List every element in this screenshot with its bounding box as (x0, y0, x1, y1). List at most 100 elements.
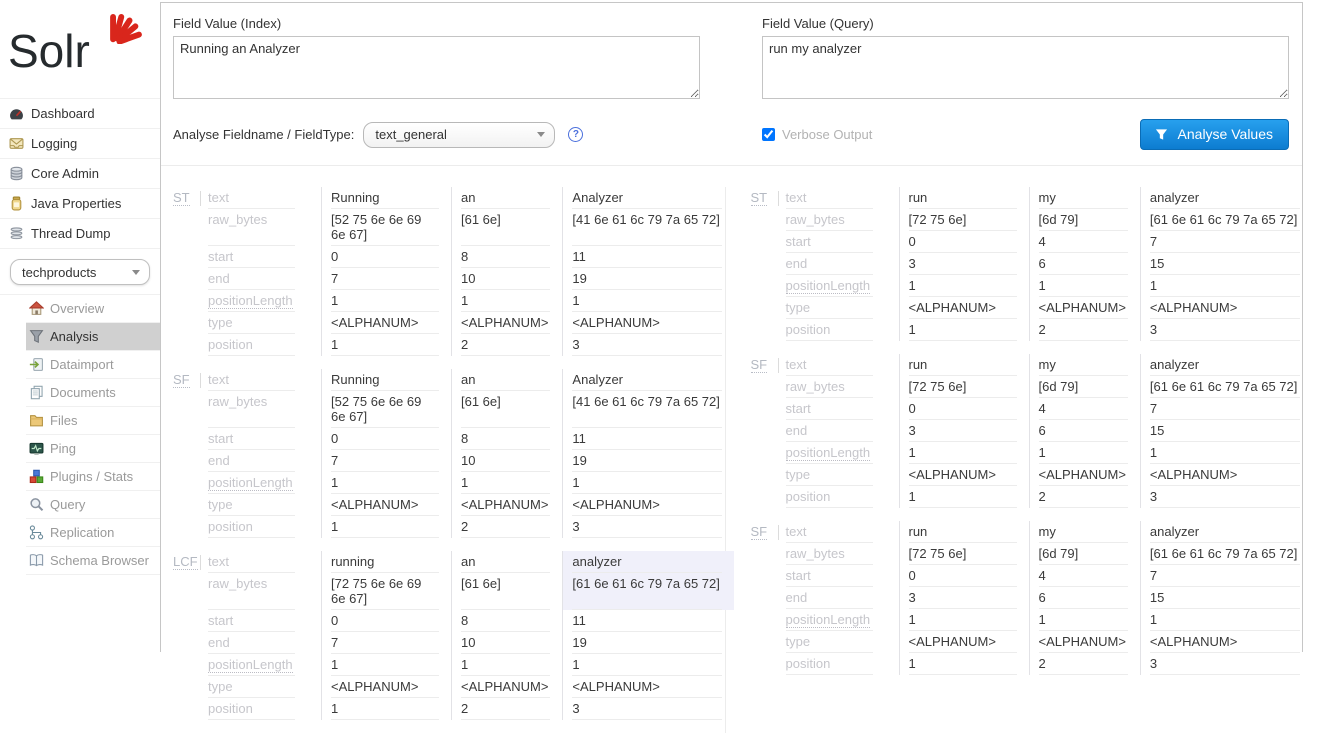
core-menu: Overview Analysis Dataimport Documents (0, 294, 160, 575)
core-menu-item-query[interactable]: Query (26, 491, 160, 519)
token-positionLength-value: 1 (451, 472, 562, 494)
analysis-row-position: position123 (786, 319, 1312, 341)
core-selector-value: techproducts (22, 265, 96, 280)
analysis-row-positionLength: positionLength111 (208, 290, 734, 312)
analysis-row-position: position123 (208, 334, 734, 356)
analysis-results: STtextRunninganAnalyzerraw_bytes[52 75 6… (161, 166, 1302, 733)
core-selector-dropdown[interactable]: techproducts (10, 259, 150, 285)
fieldtype-select[interactable]: text_general (363, 122, 555, 148)
core-menu-label: Dataimport (50, 357, 114, 372)
verbose-output-checkbox[interactable] (762, 128, 775, 141)
core-menu-item-analysis[interactable]: Analysis (26, 323, 160, 351)
nav-item-thread-dump[interactable]: Thread Dump (0, 219, 160, 249)
token-position-value: 1 (899, 486, 1029, 508)
token-text-value: an (451, 369, 562, 391)
analysis-block-st: STtextRunninganAnalyzerraw_bytes[52 75 6… (173, 187, 725, 356)
analysis-row-type: type<ALPHANUM><ALPHANUM><ALPHANUM> (208, 494, 734, 516)
token-position-value: 3 (562, 698, 734, 720)
token-raw_bytes-value: [61 6e 61 6c 79 7a 65 72] (562, 573, 734, 610)
field-value-index-input[interactable]: Running an Analyzer (173, 36, 700, 99)
analysis-row-end: end71019 (208, 450, 734, 472)
token-end-value: 15 (1140, 253, 1312, 275)
analysis-row-text: textrunmyanalyzer (786, 354, 1312, 376)
token-type-value: <ALPHANUM> (1140, 297, 1312, 319)
nav-item-core-admin[interactable]: Core Admin (0, 159, 160, 189)
core-menu-item-plugins-stats[interactable]: Plugins / Stats (26, 463, 160, 491)
caret-down-icon (132, 270, 140, 275)
analysis-row-end: end3615 (786, 587, 1312, 609)
help-icon[interactable]: ? (568, 127, 583, 142)
attribute-key-label: start (786, 565, 899, 587)
attribute-key-label: raw_bytes (208, 391, 321, 428)
token-position-value: 2 (451, 698, 562, 720)
attribute-key-label: type (208, 312, 321, 334)
stack-icon (9, 226, 24, 241)
core-menu-item-overview[interactable]: Overview (26, 295, 160, 323)
analysis-row-position: position123 (786, 486, 1312, 508)
analysis-row-positionLength: positionLength111 (786, 609, 1312, 631)
core-menu-item-ping[interactable]: Ping (26, 435, 160, 463)
token-start-value: 0 (899, 398, 1029, 420)
token-raw_bytes-value: [52 75 6e 6e 69 6e 67] (321, 209, 451, 246)
token-text-value: run (899, 521, 1029, 543)
analyzer-stage-abbr: SF (751, 354, 786, 508)
attribute-key-label: type (786, 631, 899, 653)
token-text-value: analyzer (1140, 354, 1312, 376)
token-text-value: an (451, 551, 562, 573)
attribute-key-label: positionLength (208, 472, 321, 494)
core-menu-item-dataimport[interactable]: Dataimport (26, 351, 160, 379)
nav-item-dashboard[interactable]: Dashboard (0, 99, 160, 129)
core-menu-item-replication[interactable]: Replication (26, 519, 160, 547)
analyse-values-button[interactable]: Analyse Values (1140, 119, 1289, 150)
token-start-value: 7 (1140, 565, 1312, 587)
core-menu-label: Ping (50, 441, 76, 456)
analyzer-stage-abbr: ST (173, 187, 208, 356)
token-position-value: 1 (321, 698, 451, 720)
book-icon (29, 553, 44, 568)
token-type-value: <ALPHANUM> (451, 494, 562, 516)
attribute-key-label: raw_bytes (786, 376, 899, 398)
attribute-key-label: positionLength (208, 290, 321, 312)
token-text-value: analyzer (1140, 187, 1312, 209)
analysis-row-type: type<ALPHANUM><ALPHANUM><ALPHANUM> (786, 631, 1312, 653)
token-positionLength-value: 1 (1140, 275, 1312, 297)
core-menu-label: Overview (50, 301, 104, 316)
nav-item-java-properties[interactable]: Java Properties (0, 189, 160, 219)
token-end-value: 7 (321, 450, 451, 472)
field-value-query-group: Field Value (Query) run my analyzer (762, 16, 1289, 102)
attribute-key-label: position (786, 319, 899, 341)
attribute-key-label: end (786, 420, 899, 442)
token-positionLength-value: 1 (321, 472, 451, 494)
attribute-key-label: position (786, 653, 899, 675)
solr-logo[interactable]: Solr (0, 2, 160, 98)
attribute-key-label: position (208, 698, 321, 720)
token-type-value: <ALPHANUM> (562, 676, 734, 698)
core-menu-item-documents[interactable]: Documents (26, 379, 160, 407)
token-start-value: 8 (451, 246, 562, 268)
nav-label: Logging (31, 136, 77, 151)
analysis-row-start: start0811 (208, 610, 734, 632)
core-menu-label: Query (50, 497, 85, 512)
token-type-value: <ALPHANUM> (1029, 464, 1140, 486)
token-start-value: 0 (321, 610, 451, 632)
token-positionLength-value: 1 (451, 654, 562, 676)
field-value-query-input[interactable]: run my analyzer (762, 36, 1289, 99)
token-positionLength-value: 1 (899, 442, 1029, 464)
core-menu-item-files[interactable]: Files (26, 407, 160, 435)
nav-item-logging[interactable]: Logging (0, 129, 160, 159)
token-position-value: 3 (1140, 653, 1312, 675)
field-value-index-label: Field Value (Index) (173, 16, 700, 31)
analysis-row-type: type<ALPHANUM><ALPHANUM><ALPHANUM> (786, 464, 1312, 486)
core-menu-label: Replication (50, 525, 114, 540)
token-end-value: 10 (451, 268, 562, 290)
analysis-row-raw_bytes: raw_bytes[72 75 6e][6d 79][61 6e 61 6c 7… (786, 376, 1312, 398)
token-positionLength-value: 1 (321, 654, 451, 676)
token-text-value: my (1029, 187, 1140, 209)
token-positionLength-value: 1 (451, 290, 562, 312)
analysis-row-start: start0811 (208, 428, 734, 450)
core-menu-label: Files (50, 413, 77, 428)
verbose-output-toggle[interactable]: Verbose Output (762, 127, 872, 142)
analysis-block-st: STtextrunmyanalyzerraw_bytes[72 75 6e][6… (751, 187, 1303, 341)
token-text-value: Running (321, 369, 451, 391)
core-menu-item-schema-browser[interactable]: Schema Browser (26, 547, 160, 575)
